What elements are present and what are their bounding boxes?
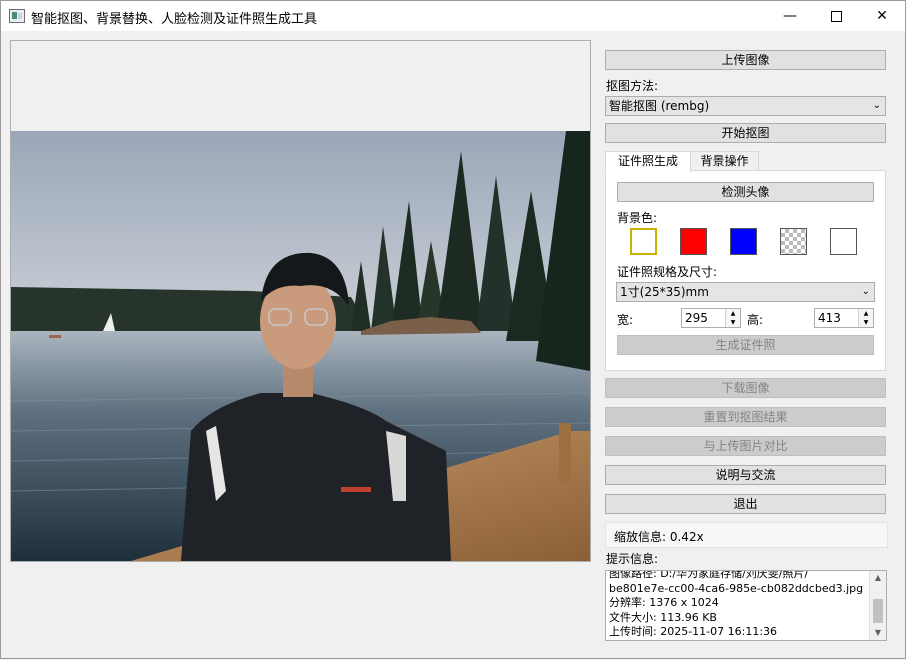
title-bar: 智能抠图、背景替换、人脸检测及证件照生成工具 — ✕: [0, 0, 906, 31]
width-value: 295: [685, 311, 708, 325]
download-image-button[interactable]: 下载图像: [605, 378, 886, 398]
info-label: 提示信息:: [606, 552, 659, 566]
info-scrollbar[interactable]: ▲ ▼: [869, 571, 886, 640]
app-icon: [9, 9, 25, 23]
scroll-down-icon[interactable]: ▼: [870, 626, 886, 640]
matting-method-value: 智能抠图 (rembg): [609, 99, 710, 113]
zoom-info-box: 缩放信息: 0.42x: [605, 522, 888, 548]
swatch-yellow-outline[interactable]: [630, 228, 657, 255]
image-preview[interactable]: [10, 40, 591, 562]
info-line: 分辨率: 1376 x 1024: [609, 596, 719, 609]
info-line: be801e7e-cc00-4ca6-985e-cb082ddcbed3.jpg: [609, 581, 864, 595]
chevron-down-icon: ⌄: [861, 286, 870, 297]
reset-matting-button[interactable]: 重置到抠图结果: [605, 407, 886, 427]
height-value: 413: [818, 311, 841, 325]
bg-color-label: 背景色:: [617, 211, 658, 225]
matting-method-select[interactable]: 智能抠图 (rembg) ⌄: [605, 96, 886, 116]
arrow-down-icon[interactable]: ▼: [859, 318, 873, 327]
spec-select[interactable]: 1寸(25*35)mm ⌄: [616, 282, 875, 302]
info-line: 文件大小: 113.96 KB: [609, 610, 717, 624]
height-spin-arrows[interactable]: ▲ ▼: [858, 309, 873, 327]
scroll-up-icon[interactable]: ▲: [870, 571, 886, 585]
scroll-thumb[interactable]: [873, 599, 883, 623]
info-textbox[interactable]: 图像路径: D:/华为家庭存储/刘庆雯/照片/ be801e7e-cc00-4c…: [605, 570, 887, 641]
detect-face-button[interactable]: 检测头像: [617, 182, 874, 202]
minimize-button[interactable]: —: [767, 1, 813, 31]
upload-image-button[interactable]: 上传图像: [605, 50, 886, 70]
matting-method-label: 抠图方法:: [606, 79, 659, 93]
arrow-up-icon[interactable]: ▲: [726, 309, 740, 318]
spec-label: 证件照规格及尺寸:: [617, 265, 718, 279]
arrow-down-icon[interactable]: ▼: [726, 318, 740, 327]
info-lines: 图像路径: D:/华为家庭存储/刘庆雯/照片/ be801e7e-cc00-4c…: [609, 570, 864, 640]
chevron-down-icon: ⌄: [872, 100, 881, 111]
help-button[interactable]: 说明与交流: [605, 465, 886, 485]
zoom-info: 缩放信息: 0.42x: [614, 530, 704, 544]
width-label: 宽:: [617, 313, 634, 327]
width-spinbox[interactable]: 295 ▲ ▼: [681, 308, 741, 328]
window-title: 智能抠图、背景替换、人脸检测及证件照生成工具: [31, 12, 318, 27]
height-spinbox[interactable]: 413 ▲ ▼: [814, 308, 874, 328]
compare-upload-button[interactable]: 与上传图片对比: [605, 436, 886, 456]
spec-value: 1寸(25*35)mm: [620, 285, 709, 299]
tab-id-photo[interactable]: 证件照生成: [605, 151, 691, 173]
swatch-red[interactable]: [680, 228, 707, 255]
start-matting-button[interactable]: 开始抠图: [605, 123, 886, 143]
maximize-icon: [830, 10, 842, 22]
tab-background[interactable]: 背景操作: [690, 151, 759, 172]
exit-button[interactable]: 退出: [605, 494, 886, 514]
generate-id-photo-button[interactable]: 生成证件照: [617, 335, 874, 355]
preview-photo: [11, 131, 590, 561]
swatch-blue[interactable]: [730, 228, 757, 255]
info-line: 上传时间: 2025-11-07 16:11:36: [609, 625, 778, 638]
swatch-white[interactable]: [830, 228, 857, 255]
width-spin-arrows[interactable]: ▲ ▼: [725, 309, 740, 327]
maximize-button[interactable]: [813, 1, 859, 31]
info-line: 图像路径: D:/华为家庭存储/刘庆雯/照片/: [609, 570, 809, 580]
height-label: 高:: [747, 313, 764, 327]
close-button[interactable]: ✕: [859, 1, 905, 31]
swatch-transparent[interactable]: [780, 228, 807, 255]
arrow-up-icon[interactable]: ▲: [859, 309, 873, 318]
